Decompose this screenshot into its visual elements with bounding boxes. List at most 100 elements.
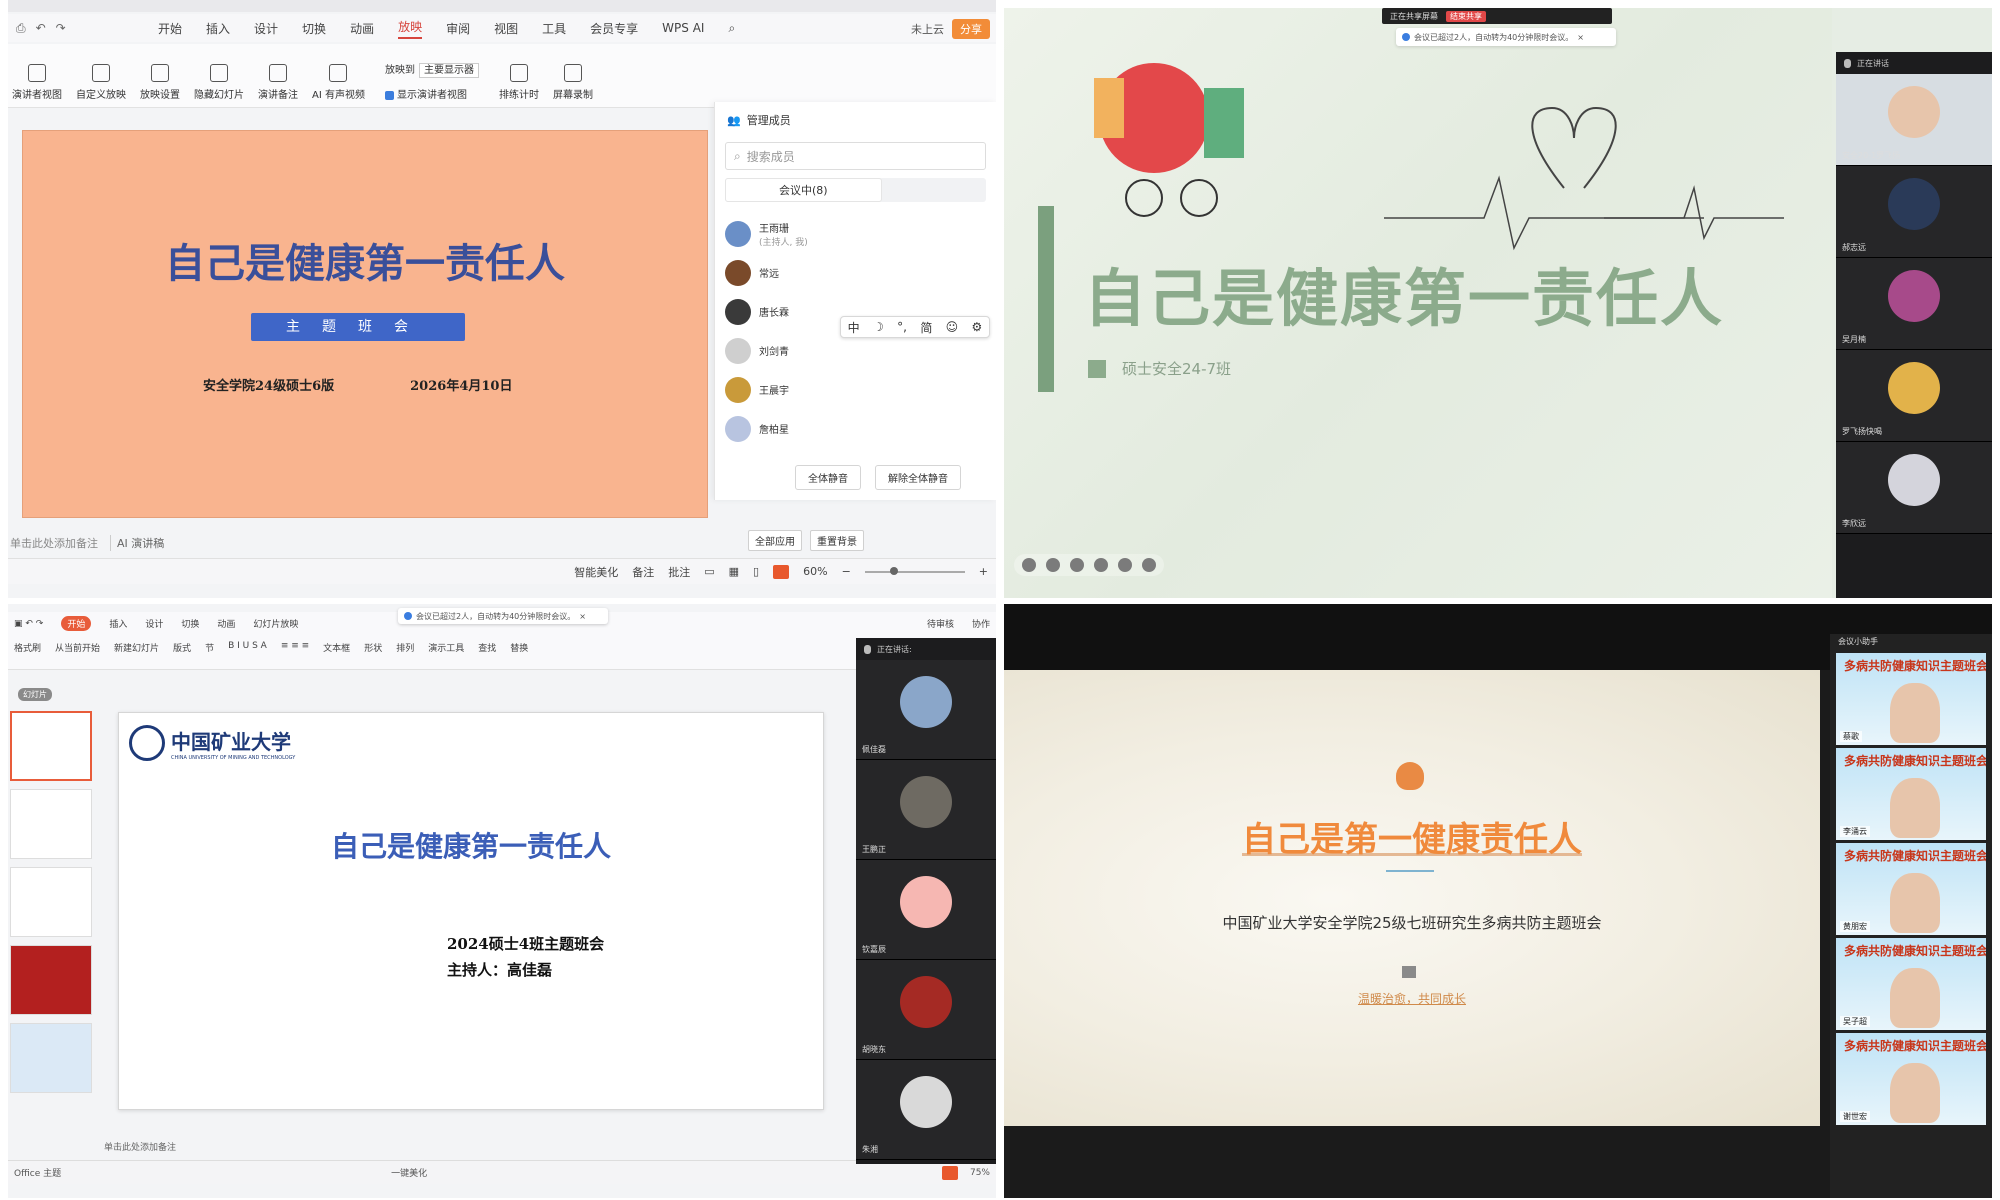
play-icon[interactable]: [1022, 558, 1036, 572]
ime-chinese-toggle[interactable]: 中: [848, 319, 860, 336]
tab-review[interactable]: 审阅: [446, 20, 470, 37]
mute-all-button[interactable]: 全体静音: [795, 465, 861, 490]
play-button[interactable]: [941, 1165, 958, 1180]
monitor-select[interactable]: 主要显示器: [418, 63, 479, 78]
tab-insert[interactable]: 插入: [206, 20, 230, 37]
tab-design[interactable]: 设计: [145, 617, 163, 630]
speaker-notes-button[interactable]: 演讲备注: [258, 64, 298, 101]
ime-moon-icon[interactable]: ☽: [873, 320, 884, 334]
new-slide-button[interactable]: 新建幻灯片: [114, 641, 159, 654]
tab-home[interactable]: 开始: [158, 20, 182, 37]
camera-icon[interactable]: [1094, 558, 1108, 572]
zoom-in-icon[interactable]: +: [979, 565, 988, 578]
show-settings-button[interactable]: 放映设置: [140, 64, 180, 101]
search-icon[interactable]: ⌕: [728, 21, 735, 36]
tab-wps-ai[interactable]: WPS AI: [662, 21, 704, 35]
notes-placeholder[interactable]: 单击此处添加备注: [104, 1140, 176, 1153]
participant-tile[interactable]: 罗飞扬快喝: [1836, 350, 1992, 442]
zoom-out-icon[interactable]: −: [842, 565, 851, 578]
participant-tile[interactable]: 朱湘: [856, 1060, 996, 1160]
tab-design[interactable]: 设计: [254, 20, 278, 37]
presenter-view-checkbox[interactable]: [384, 90, 394, 100]
participant-tile[interactable]: 吴月楠: [1836, 258, 1992, 350]
pen-icon[interactable]: [1046, 558, 1060, 572]
participant-tile[interactable]: 多病共防健康知识主题班会 蔡歌: [1836, 653, 1986, 745]
tab-tools[interactable]: 工具: [542, 20, 566, 37]
tab-transition[interactable]: 切换: [302, 20, 326, 37]
tab-in-meeting[interactable]: 会议中(8): [725, 178, 882, 202]
custom-show-button[interactable]: 自定义放映: [76, 64, 126, 101]
notes-toggle[interactable]: 备注: [632, 564, 654, 580]
screenshot-icon[interactable]: [1070, 558, 1084, 572]
rehearse-button[interactable]: 排练计时: [499, 64, 539, 101]
replace-button[interactable]: 替换: [510, 641, 528, 654]
ai-video-button[interactable]: AI 有声视频: [312, 64, 365, 101]
tab-home[interactable]: 开始: [61, 616, 92, 631]
beautify-button[interactable]: 智能美化: [574, 564, 618, 580]
play-button[interactable]: [773, 564, 790, 579]
notes-placeholder[interactable]: 单击此处添加备注: [10, 535, 98, 551]
section-button[interactable]: 节: [205, 641, 214, 654]
member-item[interactable]: 詹柏星: [725, 409, 986, 448]
font-controls[interactable]: B I U S A: [228, 641, 267, 654]
hide-slide-button[interactable]: 隐藏幻灯片: [194, 64, 244, 101]
tab-view[interactable]: 视图: [494, 20, 518, 37]
slide-canvas[interactable]: 自己是健康第一责任人 主题班会 安全学院24级硕士6版 2026年4月10日: [22, 130, 708, 518]
participant-tile[interactable]: 多病共防健康知识主题班会 李涌云: [1836, 748, 1986, 840]
participant-tile[interactable]: 郝志远: [1836, 166, 1992, 258]
comments-toggle[interactable]: 批注: [668, 564, 690, 580]
save-icon[interactable]: ⎙: [16, 21, 26, 36]
shape-button[interactable]: 形状: [364, 641, 382, 654]
slide-thumbnail[interactable]: [10, 945, 92, 1015]
participant-tile[interactable]: 多病共防健康知识主题班会 吴子超: [1836, 938, 1986, 1030]
play-from-current-button[interactable]: 从当前开始: [55, 641, 100, 654]
ai-notes-button[interactable]: AI 演讲稿: [110, 535, 164, 551]
layout-button[interactable]: 版式: [173, 641, 191, 654]
beautify-button[interactable]: 一键美化: [391, 1166, 427, 1179]
participant-tile[interactable]: 钦嘉辰: [856, 860, 996, 960]
ime-simplified-toggle[interactable]: 简: [920, 319, 932, 336]
slide-thumbnail[interactable]: [10, 789, 92, 859]
tab-animation[interactable]: 动画: [350, 20, 374, 37]
end-share-button[interactable]: 结束共享: [1446, 10, 1486, 22]
tab-animation[interactable]: 动画: [217, 617, 235, 630]
slide-thumbnail[interactable]: [10, 1023, 92, 1093]
zoom-slider[interactable]: [864, 566, 965, 575]
format-painter-button[interactable]: 格式刷: [14, 641, 41, 654]
grid-view-icon[interactable]: ▦: [729, 565, 739, 578]
unmute-all-button[interactable]: 解除全体静音: [875, 465, 961, 490]
slide-thumbnail[interactable]: [10, 711, 92, 781]
participant-tile[interactable]: 李欣远: [1836, 442, 1992, 534]
quick-access-icons[interactable]: ▣ ↶ ↷: [14, 619, 43, 629]
collaborate-button[interactable]: 协作: [972, 617, 990, 630]
participant-tile[interactable]: 佩佳磊: [856, 660, 996, 760]
arrange-button[interactable]: 排列: [396, 641, 414, 654]
ime-settings-icon[interactable]: ⚙: [972, 320, 983, 334]
ime-punctuation-toggle[interactable]: °,: [897, 320, 907, 334]
normal-view-icon[interactable]: ▭: [704, 565, 714, 578]
tab-slideshow[interactable]: 幻灯片放映: [253, 617, 298, 630]
participant-tile[interactable]: 王鹏正: [856, 760, 996, 860]
cloud-status-button[interactable]: 未上云: [911, 21, 944, 37]
tab-member[interactable]: 会员专享: [590, 20, 638, 37]
close-icon[interactable]: ×: [1577, 33, 1584, 42]
screen-record-button[interactable]: 屏幕录制: [553, 64, 593, 101]
find-button[interactable]: 查找: [478, 641, 496, 654]
member-item[interactable]: 王晨宇: [725, 370, 986, 409]
undo-icon[interactable]: ↶: [36, 21, 46, 36]
zoom-level[interactable]: 75%: [970, 1168, 990, 1178]
zoom-level[interactable]: 60%: [803, 565, 827, 578]
share-button[interactable]: 分享: [952, 19, 990, 39]
participant-tile[interactable]: 多病共防健康知识主题班会 黄朋宏: [1836, 843, 1986, 935]
redo-icon[interactable]: ↷: [56, 21, 66, 36]
tab-slideshow[interactable]: 放映: [398, 18, 423, 39]
tab-transition[interactable]: 切换: [181, 617, 199, 630]
member-search-input[interactable]: ⌕ 搜索成员: [725, 142, 986, 170]
collapse-icon[interactable]: [1142, 558, 1156, 572]
participant-tile[interactable]: 多病共防健康知识主题班会 谢世宏: [1836, 1033, 1986, 1125]
member-item[interactable]: 王雨珊 (主持人, 我): [725, 214, 986, 253]
reading-view-icon[interactable]: ▯: [753, 565, 759, 578]
presenter-view-button[interactable]: 演讲者视图: [12, 64, 62, 101]
textbox-button[interactable]: 文本框: [323, 641, 350, 654]
presentation-tools-button[interactable]: 演示工具: [428, 641, 464, 654]
